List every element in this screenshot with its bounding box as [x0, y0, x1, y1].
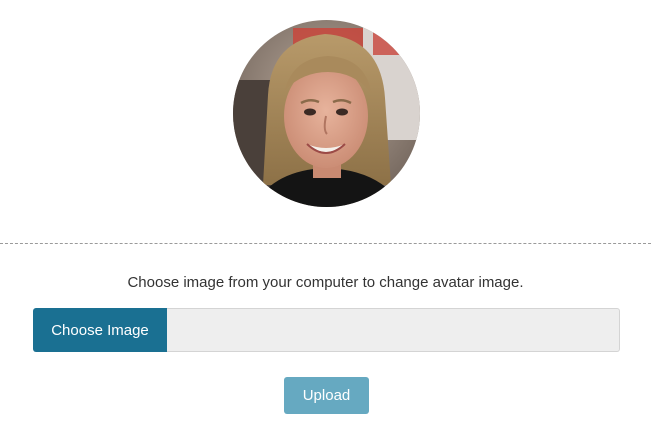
instruction-text: Choose image from your computer to chang… [127, 274, 524, 291]
section-divider [0, 243, 651, 244]
avatar-image [233, 20, 420, 207]
avatar-upload-page: Choose image from your computer to chang… [0, 0, 651, 430]
choose-image-button[interactable]: Choose Image [33, 308, 167, 352]
avatar [233, 20, 420, 207]
upload-button[interactable]: Upload [284, 377, 369, 414]
file-name-field[interactable] [167, 308, 620, 352]
file-input-group: Choose Image [33, 308, 620, 352]
